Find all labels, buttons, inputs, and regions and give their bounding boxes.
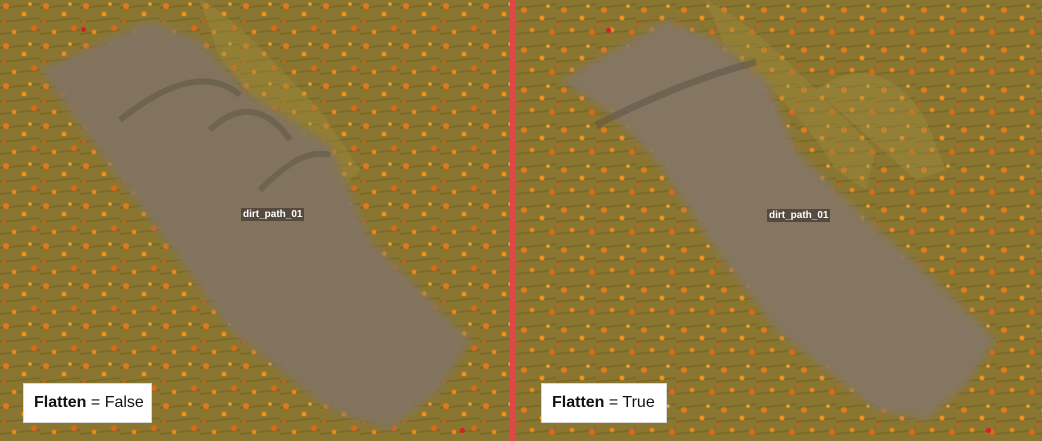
caption-box: Flatten = False xyxy=(23,383,152,423)
object-name-label: dirt_path_01 xyxy=(241,208,305,221)
caption-operator: = xyxy=(90,394,101,411)
control-point-marker-icon[interactable] xyxy=(460,428,465,433)
viewport-panel-flatten-false: dirt_path_01 Flatten = False xyxy=(0,0,510,441)
control-point-marker-icon[interactable] xyxy=(81,27,86,32)
control-point-marker-icon[interactable] xyxy=(986,428,991,433)
caption-box: Flatten = True xyxy=(541,383,667,423)
viewport-panel-flatten-true: dirt_path_01 Flatten = True xyxy=(516,0,1042,441)
comparison-viewport: dirt_path_01 Flatten = False dirt_path_0… xyxy=(0,0,1042,441)
caption-property: Flatten xyxy=(34,394,87,411)
object-name-label: dirt_path_01 xyxy=(767,209,831,222)
caption-value: False xyxy=(104,394,144,411)
caption-operator: = xyxy=(608,394,619,411)
control-point-marker-icon[interactable] xyxy=(606,28,611,33)
caption-value: True xyxy=(622,394,655,411)
caption-property: Flatten xyxy=(552,394,605,411)
